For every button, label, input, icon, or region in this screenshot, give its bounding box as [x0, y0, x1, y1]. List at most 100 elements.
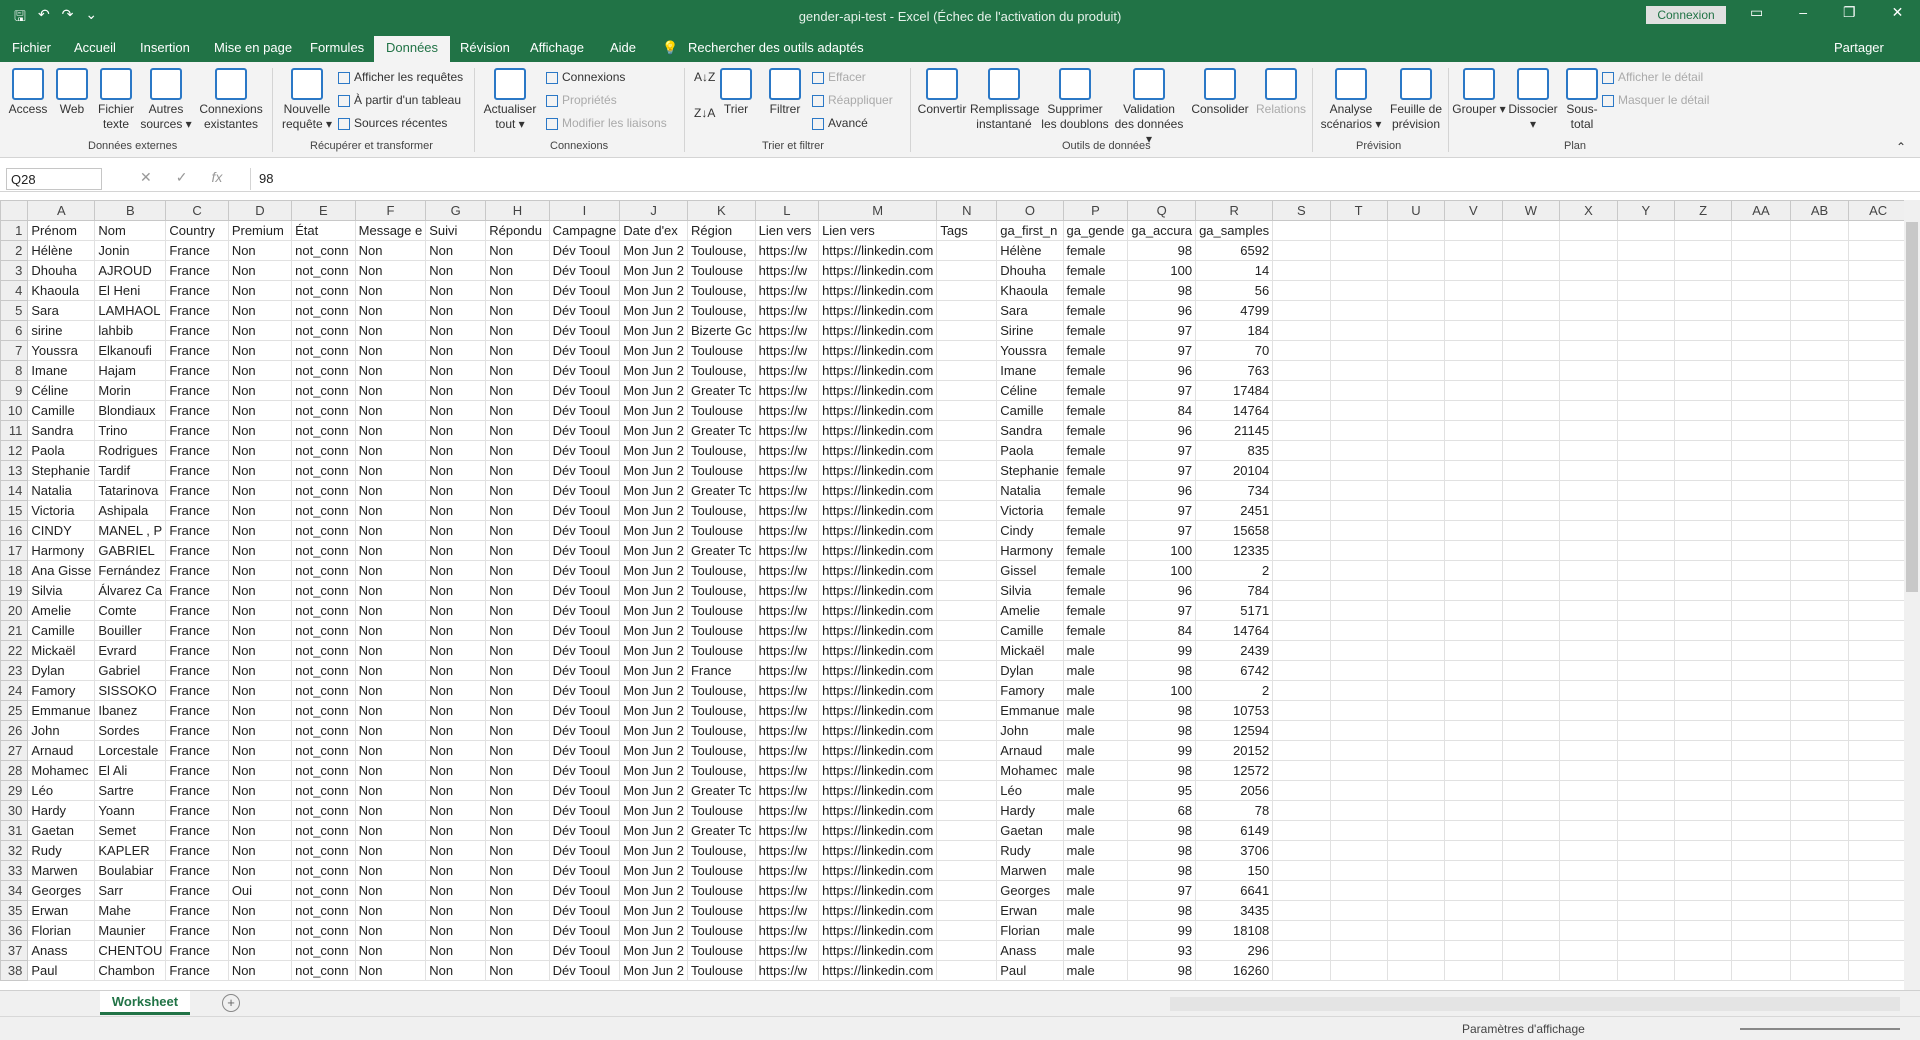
- cell[interactable]: Boulabiar: [94, 860, 167, 881]
- cell[interactable]: [1848, 920, 1908, 941]
- cell[interactable]: not_conn: [291, 940, 356, 961]
- cell[interactable]: [1616, 760, 1675, 781]
- cell[interactable]: 2451: [1195, 500, 1274, 521]
- cell[interactable]: Toulouse: [686, 340, 756, 361]
- cell[interactable]: Non: [485, 760, 550, 781]
- cell[interactable]: [1559, 800, 1618, 821]
- cell[interactable]: Non: [485, 880, 550, 901]
- cell[interactable]: Dév Tooul: [548, 460, 621, 481]
- cell[interactable]: Léo: [996, 780, 1064, 801]
- cell[interactable]: 784: [1195, 580, 1274, 601]
- cell[interactable]: [1616, 440, 1675, 461]
- column-header[interactable]: G: [425, 200, 487, 221]
- cell[interactable]: [936, 380, 998, 401]
- cell[interactable]: Mon Jun 2: [619, 720, 688, 741]
- cell[interactable]: [1501, 560, 1561, 581]
- cell[interactable]: [1673, 680, 1733, 701]
- cell[interactable]: Hardy: [27, 800, 96, 821]
- cell[interactable]: LAMHAOL: [94, 300, 167, 321]
- cell[interactable]: [1789, 400, 1850, 421]
- cell[interactable]: [1789, 700, 1850, 721]
- row-header[interactable]: 31: [0, 820, 29, 841]
- cell[interactable]: Dév Tooul: [548, 640, 621, 661]
- cell[interactable]: Famory: [27, 680, 96, 701]
- cell[interactable]: 98: [1127, 820, 1197, 841]
- cell[interactable]: Emmanue: [996, 700, 1064, 721]
- cell[interactable]: 78: [1195, 800, 1274, 821]
- cell[interactable]: Non: [485, 780, 550, 801]
- cell[interactable]: Dév Tooul: [548, 380, 621, 401]
- cell[interactable]: 6641: [1195, 880, 1274, 901]
- cell[interactable]: Dév Tooul: [548, 740, 621, 761]
- column-header[interactable]: O: [996, 200, 1064, 221]
- cell[interactable]: [1731, 280, 1791, 301]
- cell[interactable]: [1386, 840, 1446, 861]
- cell[interactable]: Non: [425, 360, 487, 381]
- cell[interactable]: female: [1062, 340, 1129, 361]
- cell[interactable]: Greater Tc: [686, 480, 756, 501]
- cell[interactable]: Toulouse,: [686, 360, 756, 381]
- cell[interactable]: 296: [1195, 940, 1274, 961]
- cell[interactable]: Non: [227, 580, 293, 601]
- cell[interactable]: [1559, 220, 1618, 241]
- cell[interactable]: Álvarez Ca: [94, 580, 167, 601]
- cell[interactable]: female: [1062, 500, 1129, 521]
- cell[interactable]: https://w: [754, 720, 820, 741]
- cell[interactable]: Sarr: [94, 880, 167, 901]
- cell[interactable]: [936, 640, 998, 661]
- cell[interactable]: Mon Jun 2: [619, 300, 688, 321]
- cell[interactable]: 97: [1127, 520, 1197, 541]
- cell[interactable]: [1272, 460, 1331, 481]
- cell[interactable]: Dév Tooul: [548, 580, 621, 601]
- cell[interactable]: Campagne: [548, 220, 621, 241]
- cell[interactable]: [1501, 900, 1561, 921]
- cell[interactable]: [1789, 340, 1850, 361]
- cell[interactable]: [1272, 780, 1331, 801]
- cell[interactable]: Dév Tooul: [548, 260, 621, 281]
- cell[interactable]: Marwen: [996, 860, 1064, 881]
- cell[interactable]: [1272, 600, 1331, 621]
- cell[interactable]: 3435: [1195, 900, 1274, 921]
- cell[interactable]: Mohamec: [27, 760, 96, 781]
- cell[interactable]: Non: [425, 580, 487, 601]
- cell[interactable]: Sandra: [996, 420, 1064, 441]
- cell[interactable]: Non: [425, 340, 487, 361]
- tab-accueil[interactable]: Accueil: [74, 40, 116, 55]
- cell[interactable]: [1329, 300, 1388, 321]
- cell[interactable]: Toulouse,: [686, 440, 756, 461]
- text-to-columns-button[interactable]: Convertir: [916, 68, 968, 117]
- column-header[interactable]: AB: [1789, 200, 1850, 221]
- cell[interactable]: 6742: [1195, 660, 1274, 681]
- cell[interactable]: [1329, 240, 1388, 261]
- cell[interactable]: Non: [227, 300, 293, 321]
- cell[interactable]: male: [1062, 940, 1129, 961]
- add-sheet-icon[interactable]: +: [222, 994, 240, 1012]
- cell[interactable]: [1329, 220, 1388, 241]
- cell[interactable]: [1731, 540, 1791, 561]
- cell[interactable]: https://linkedin.com: [818, 540, 938, 561]
- cell[interactable]: [1559, 920, 1618, 941]
- cell[interactable]: [1444, 340, 1503, 361]
- cell[interactable]: [1789, 820, 1850, 841]
- cell[interactable]: [1616, 280, 1675, 301]
- cell[interactable]: [1848, 320, 1908, 341]
- column-header[interactable]: Z: [1673, 200, 1733, 221]
- cell[interactable]: [936, 280, 998, 301]
- row-header[interactable]: 15: [0, 500, 29, 521]
- cell[interactable]: [1329, 520, 1388, 541]
- cell[interactable]: Hélène: [27, 240, 96, 261]
- cell[interactable]: [1329, 800, 1388, 821]
- cell[interactable]: Léo: [27, 780, 96, 801]
- cell[interactable]: [1501, 380, 1561, 401]
- cell[interactable]: [1272, 900, 1331, 921]
- row-header[interactable]: 34: [0, 880, 29, 901]
- cell[interactable]: Non: [425, 500, 487, 521]
- cell[interactable]: John: [27, 720, 96, 741]
- cell[interactable]: 14764: [1195, 400, 1274, 421]
- cell[interactable]: [1673, 320, 1733, 341]
- cell[interactable]: [1616, 300, 1675, 321]
- cell[interactable]: Non: [354, 280, 427, 301]
- cell[interactable]: Camille: [27, 620, 96, 641]
- cell[interactable]: [936, 620, 998, 641]
- cell[interactable]: [1444, 620, 1503, 641]
